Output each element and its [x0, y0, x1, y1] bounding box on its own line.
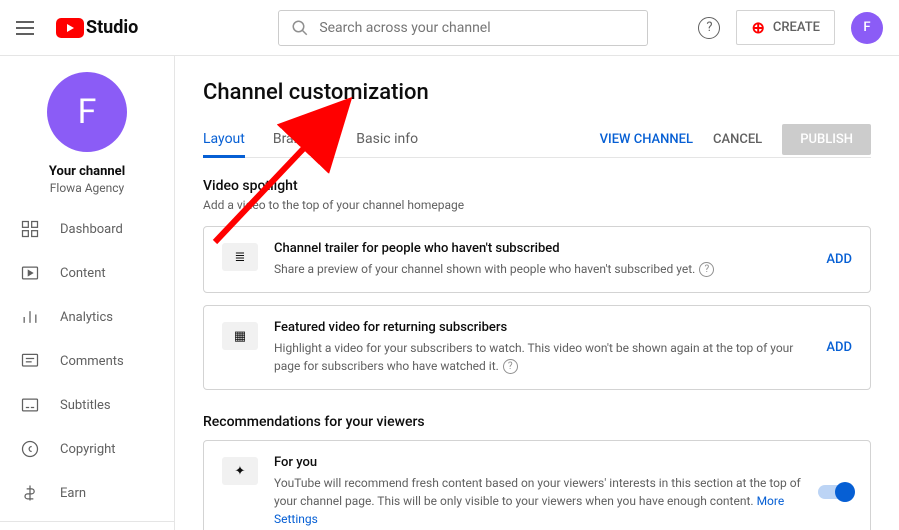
- for-you-card: ✦ For you YouTube will recommend fresh c…: [203, 440, 871, 530]
- search-input[interactable]: [319, 20, 635, 36]
- tab-branding[interactable]: Branding: [273, 121, 328, 157]
- your-channel-label: Your channel: [0, 164, 174, 179]
- menu-icon[interactable]: [16, 16, 40, 40]
- channel-avatar[interactable]: F: [47, 72, 127, 152]
- publish-button[interactable]: PUBLISH: [782, 124, 871, 155]
- trailer-card: ≣ Channel trailer for people who haven't…: [203, 226, 871, 293]
- sidebar-item-earn[interactable]: Earn: [0, 471, 174, 515]
- video-icon: ▦: [222, 322, 258, 350]
- add-featured-button[interactable]: ADD: [826, 340, 852, 355]
- main-content: Channel customization Layout Branding Ba…: [175, 56, 899, 530]
- earn-icon: [20, 483, 40, 503]
- copyright-icon: [20, 439, 40, 459]
- sidebar-item-copyright[interactable]: Copyright: [0, 427, 174, 471]
- help-icon[interactable]: ?: [699, 262, 714, 277]
- tab-basic-info[interactable]: Basic info: [356, 121, 418, 157]
- content-icon: [20, 263, 40, 283]
- add-trailer-button[interactable]: ADD: [826, 252, 852, 267]
- avatar[interactable]: F: [851, 12, 883, 44]
- sidebar-item-comments[interactable]: Comments: [0, 339, 174, 383]
- sidebar-item-content[interactable]: Content: [0, 251, 174, 295]
- create-button[interactable]: ⊕ CREATE: [736, 10, 835, 45]
- tab-layout[interactable]: Layout: [203, 121, 245, 157]
- studio-logo[interactable]: Studio: [56, 17, 138, 38]
- sidebar-item-analytics[interactable]: Analytics: [0, 295, 174, 339]
- for-you-desc: YouTube will recommend fresh content bas…: [274, 476, 801, 508]
- search-box[interactable]: [278, 10, 648, 46]
- trailer-desc: Share a preview of your channel shown wi…: [274, 262, 695, 276]
- help-icon[interactable]: ?: [503, 359, 518, 374]
- sidebar-item-subtitles[interactable]: Subtitles: [0, 383, 174, 427]
- channel-name: Flowa Agency: [0, 181, 174, 195]
- view-channel-button[interactable]: VIEW CHANNEL: [600, 132, 693, 147]
- featured-video-title: Featured video for returning subscribers: [274, 320, 810, 335]
- dashboard-icon: [20, 219, 40, 239]
- for-you-toggle[interactable]: [818, 485, 852, 499]
- featured-video-desc: Highlight a video for your subscribers t…: [274, 341, 793, 373]
- cancel-button[interactable]: CANCEL: [713, 132, 762, 147]
- subtitles-icon: [20, 395, 40, 415]
- divider: [0, 521, 174, 522]
- sidebar: F Your channel Flowa Agency Dashboard Co…: [0, 56, 175, 530]
- search-icon: [291, 19, 309, 37]
- youtube-play-icon: [56, 18, 84, 38]
- app-header: Studio ? ⊕ CREATE F: [0, 0, 899, 56]
- create-plus-icon: ⊕: [751, 18, 764, 37]
- featured-video-card: ▦ Featured video for returning subscribe…: [203, 305, 871, 390]
- analytics-icon: [20, 307, 40, 327]
- for-you-title: For you: [274, 455, 802, 470]
- recs-title: Recommendations for your viewers: [203, 414, 871, 430]
- spotlight-title: Video spotlight: [203, 178, 871, 194]
- sidebar-item-dashboard[interactable]: Dashboard: [0, 207, 174, 251]
- sparkle-icon: ✦: [222, 457, 258, 485]
- trailer-title: Channel trailer for people who haven't s…: [274, 241, 810, 256]
- page-title: Channel customization: [203, 80, 871, 105]
- spotlight-desc: Add a video to the top of your channel h…: [203, 198, 871, 212]
- help-icon[interactable]: ?: [698, 17, 720, 39]
- comments-icon: [20, 351, 40, 371]
- video-icon: ≣: [222, 243, 258, 271]
